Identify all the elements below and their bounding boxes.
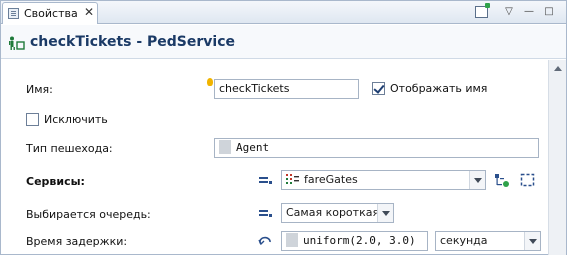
properties-icon <box>8 8 19 19</box>
create-service-icon[interactable] <box>494 173 510 188</box>
delay-field[interactable]: uniform(2.0, 3.0) <box>281 231 428 251</box>
queue-value: Самая короткая <box>286 206 380 219</box>
services-value: fareGates <box>304 173 358 186</box>
exclude-label: Исключить <box>44 113 108 126</box>
scroll-up-icon[interactable] <box>554 66 562 71</box>
header: checkTickets - PedService <box>1 25 566 59</box>
minimize-icon[interactable]: — <box>521 5 537 19</box>
services-icon <box>286 174 299 184</box>
select-in-graph-icon[interactable] <box>520 173 536 188</box>
tab-properties-label: Свойства <box>24 7 78 20</box>
code-field-marker <box>286 233 298 247</box>
queue-label: Выбирается очередь: <box>26 208 151 221</box>
maximize-icon[interactable]: □ <box>541 5 557 19</box>
dynamic-value-icon[interactable] <box>258 235 273 247</box>
ped-type-field[interactable]: Agent <box>214 138 539 158</box>
chevron-down-icon[interactable] <box>469 171 485 189</box>
tab-properties[interactable]: Свойства ✕ <box>2 2 98 24</box>
ped-type-label: Тип пешехода: <box>26 142 113 155</box>
close-icon[interactable]: ✕ <box>84 5 94 19</box>
static-value-mode-icon[interactable] <box>259 208 273 218</box>
name-label: Имя: <box>26 83 53 96</box>
name-field[interactable]: checkTickets <box>214 79 359 99</box>
name-value: checkTickets <box>219 82 290 95</box>
view-menu-icon[interactable]: ▽ <box>501 5 517 19</box>
exclude-checkbox[interactable] <box>26 113 39 126</box>
properties-panel: Свойства ✕ ▽ — □ checkTickets - PedServi… <box>0 0 567 255</box>
static-value-mode-icon[interactable] <box>259 175 273 185</box>
services-label: Сервисы: <box>26 175 85 188</box>
vertical-scrollbar[interactable] <box>548 60 566 255</box>
show-name-checkbox[interactable] <box>372 82 385 95</box>
pin-view-icon[interactable] <box>475 3 490 18</box>
hint-bulb-icon <box>207 78 213 86</box>
ped-service-icon <box>9 36 25 50</box>
delay-value: uniform(2.0, 3.0) <box>303 234 416 247</box>
code-field-marker <box>219 140 231 154</box>
page-title: checkTickets - PedService <box>30 34 236 50</box>
chevron-down-icon[interactable] <box>377 204 393 222</box>
chevron-down-icon[interactable] <box>524 232 540 250</box>
delay-unit-select[interactable]: секунда <box>435 231 541 251</box>
delay-label: Время задержки: <box>26 235 128 248</box>
tab-strip: Свойства ✕ ▽ — □ <box>1 1 566 24</box>
show-name-label: Отображать имя <box>390 82 488 95</box>
services-select[interactable]: fareGates <box>281 170 486 190</box>
ped-type-value: Agent <box>236 141 270 154</box>
queue-select[interactable]: Самая короткая <box>281 203 394 223</box>
delay-unit-value: секунда <box>440 234 488 247</box>
